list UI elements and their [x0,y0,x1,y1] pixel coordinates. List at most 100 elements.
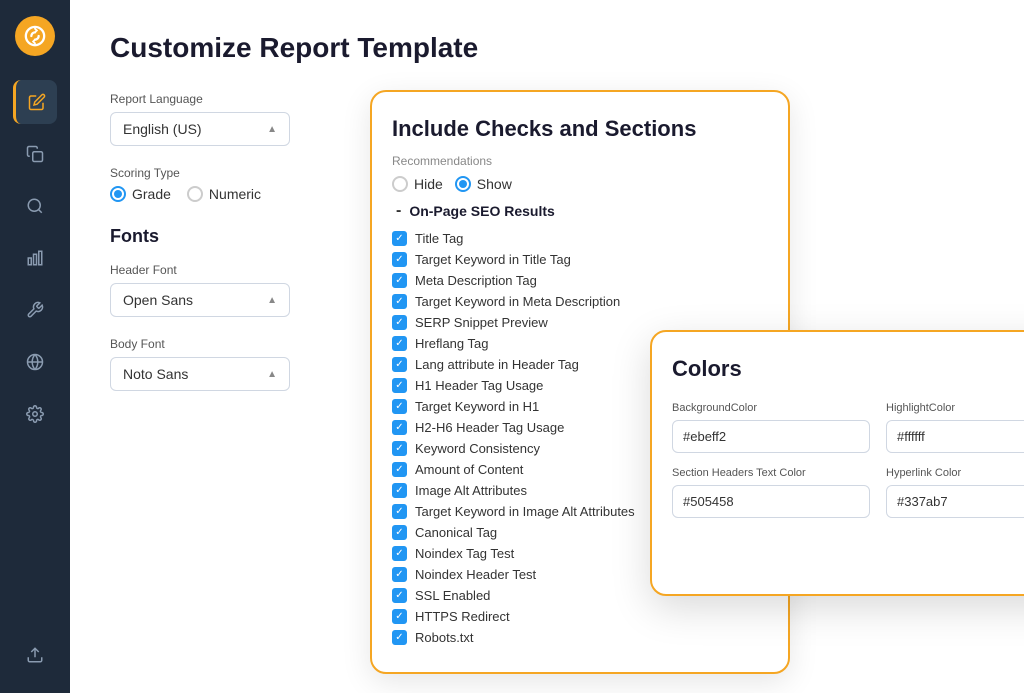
recommendations-radio-row: Hide Show [392,176,768,192]
check-item-label: H2-H6 Header Tag Usage [415,420,564,435]
show-radio[interactable] [455,176,471,192]
colors-card: Colors BackgroundColor HighlightColor Se… [650,330,1024,596]
report-language-value: English (US) [123,121,202,137]
sidebar-item-chart[interactable] [13,236,57,280]
check-box[interactable] [392,378,407,393]
check-item-label: SSL Enabled [415,588,490,603]
hyperlink-color-field: Hyperlink Color [886,467,1024,518]
checks-card-title: Include Checks and Sections [392,116,768,142]
check-item-label: Canonical Tag [415,525,497,540]
scoring-grade-radio[interactable] [110,186,126,202]
scoring-numeric-option[interactable]: Numeric [187,186,261,202]
app-logo[interactable] [15,16,55,56]
check-item-label: Amount of Content [415,462,523,477]
check-box[interactable] [392,357,407,372]
check-box[interactable] [392,252,407,267]
check-item[interactable]: Robots.txt [392,627,768,648]
bg-color-field: BackgroundColor [672,402,870,453]
check-box[interactable] [392,567,407,582]
fonts-title: Fonts [110,226,390,247]
seo-section-label: On-Page SEO Results [409,203,554,219]
check-item-label: HTTPS Redirect [415,609,510,624]
sidebar-item-settings[interactable] [13,392,57,436]
bg-color-input[interactable] [672,420,870,453]
colors-card-title: Colors [672,356,1024,382]
seo-section-header: - On-Page SEO Results [392,202,768,220]
header-font-dropdown[interactable]: Open Sans ▲ [110,283,290,317]
body-font-label: Body Font [110,337,390,351]
header-font-arrow-icon: ▲ [267,295,277,306]
check-item[interactable]: Target Keyword in Meta Description [392,291,768,312]
highlight-color-field: HighlightColor [886,402,1024,453]
hyperlink-color-input[interactable] [886,485,1024,518]
check-box[interactable] [392,231,407,246]
check-box[interactable] [392,525,407,540]
section-headers-text-label: Section Headers Text Color [672,467,870,479]
check-box[interactable] [392,273,407,288]
hyperlink-color-label: Hyperlink Color [886,467,1024,479]
check-item-label: Title Tag [415,231,463,246]
sidebar-item-globe[interactable] [13,340,57,384]
header-font-value: Open Sans [123,292,193,308]
check-item-label: Target Keyword in Meta Description [415,294,620,309]
sidebar-item-upload[interactable] [13,633,57,677]
hide-radio[interactable] [392,176,408,192]
check-item[interactable]: Title Tag [392,228,768,249]
main-content: Customize Report Template Report Languag… [70,0,1024,693]
check-box[interactable] [392,315,407,330]
hide-label: Hide [414,176,443,192]
header-font-label: Header Font [110,263,390,277]
sidebar-item-edit[interactable] [13,80,57,124]
check-item[interactable]: Meta Description Tag [392,270,768,291]
check-item-label: Noindex Tag Test [415,546,514,561]
scoring-grade-label: Grade [132,186,171,202]
scoring-grade-option[interactable]: Grade [110,186,171,202]
show-option[interactable]: Show [455,176,512,192]
check-item-label: Meta Description Tag [415,273,537,288]
check-item-label: Hreflang Tag [415,336,488,351]
check-item[interactable]: Target Keyword in Title Tag [392,249,768,270]
color-row-2: Section Headers Text Color Hyperlink Col… [672,467,1024,570]
bg-color-label: BackgroundColor [672,402,870,414]
check-box[interactable] [392,441,407,456]
sidebar-item-tool[interactable] [13,288,57,332]
show-label: Show [477,176,512,192]
hide-option[interactable]: Hide [392,176,443,192]
dash-icon: - [396,202,401,220]
highlight-color-input[interactable] [886,420,1024,453]
check-box[interactable] [392,588,407,603]
scoring-type-group: Grade Numeric [110,186,390,202]
cards-area: Include Checks and Sections Recommendati… [370,90,1004,673]
check-item-label: Target Keyword in H1 [415,399,539,414]
highlight-color-label: HighlightColor [886,402,1024,414]
check-box[interactable] [392,420,407,435]
scoring-type-label: Scoring Type [110,166,390,180]
check-box[interactable] [392,630,407,645]
check-box[interactable] [392,609,407,624]
recommendations-label: Recommendations [392,154,768,168]
check-box[interactable] [392,399,407,414]
check-box[interactable] [392,504,407,519]
check-box[interactable] [392,483,407,498]
check-item[interactable]: HTTPS Redirect [392,606,768,627]
body-font-dropdown[interactable]: Noto Sans ▲ [110,357,290,391]
check-box[interactable] [392,546,407,561]
body-font-arrow-icon: ▲ [267,369,277,380]
check-box[interactable] [392,294,407,309]
sidebar-item-search[interactable] [13,184,57,228]
check-item-label: H1 Header Tag Usage [415,378,543,393]
scoring-numeric-label: Numeric [209,186,261,202]
check-item-label: Keyword Consistency [415,441,540,456]
body-font-value: Noto Sans [123,366,188,382]
section-headers-text-input[interactable] [672,485,870,518]
check-box[interactable] [392,462,407,477]
check-item-label: Target Keyword in Image Alt Attributes [415,504,635,519]
check-item-label: Target Keyword in Title Tag [415,252,571,267]
report-language-dropdown[interactable]: English (US) ▲ [110,112,290,146]
check-item-label: Image Alt Attributes [415,483,527,498]
page-title: Customize Report Template [110,32,984,64]
check-item-label: Robots.txt [415,630,474,645]
scoring-numeric-radio[interactable] [187,186,203,202]
sidebar-item-copy[interactable] [13,132,57,176]
check-box[interactable] [392,336,407,351]
